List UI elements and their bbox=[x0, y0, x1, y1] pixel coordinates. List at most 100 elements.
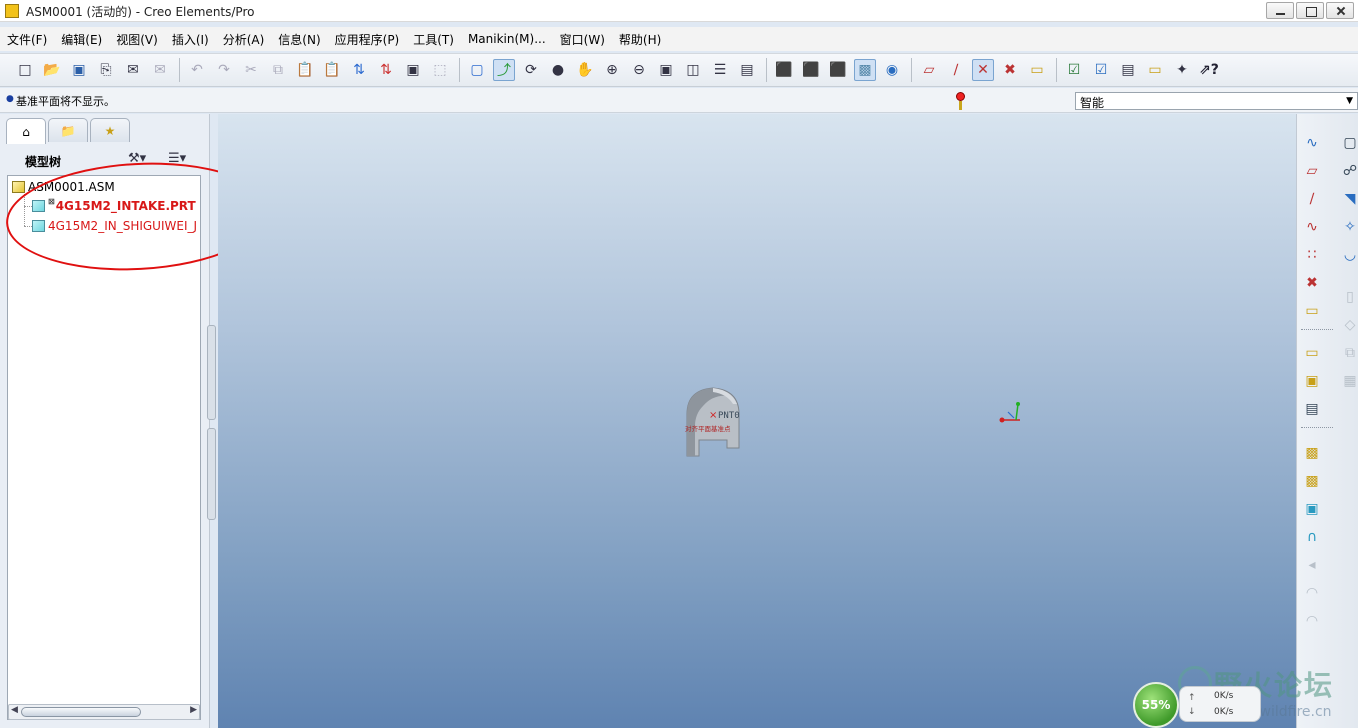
layers-icon[interactable]: ▤ bbox=[736, 59, 758, 81]
repaint-icon[interactable]: ▢ bbox=[466, 59, 488, 81]
tab-favorites[interactable]: ★ bbox=[90, 118, 130, 142]
regenerate-icon[interactable]: ⇅ bbox=[348, 59, 370, 81]
menu-applications[interactable]: 应用程序(P) bbox=[332, 31, 403, 48]
menu-analysis[interactable]: 分析(A) bbox=[220, 31, 268, 48]
merge-icon[interactable]: ▦ bbox=[1339, 370, 1358, 392]
package-icon[interactable]: ▣ bbox=[1301, 498, 1323, 520]
panel-sash[interactable] bbox=[207, 428, 216, 520]
analysis-feature-icon[interactable]: ▭ bbox=[1301, 300, 1323, 322]
zoom-in-icon[interactable]: ⊕ bbox=[601, 59, 623, 81]
minimize-button[interactable] bbox=[1266, 2, 1294, 19]
annotations-icon[interactable]: ▭ bbox=[1026, 59, 1048, 81]
regen-manager-icon[interactable]: ⇅ bbox=[375, 59, 397, 81]
orient-icon[interactable]: ⟳ bbox=[520, 59, 542, 81]
datum-points-icon[interactable]: ✕ bbox=[972, 59, 994, 81]
toroidal-bend-icon[interactable]: ◠ bbox=[1301, 610, 1323, 632]
view-manager-icon[interactable]: ☑ bbox=[1063, 59, 1085, 81]
menu-edit[interactable]: 编辑(E) bbox=[58, 31, 105, 48]
menu-view[interactable]: 视图(V) bbox=[113, 31, 161, 48]
tree-columns-icon[interactable]: ☰▾ bbox=[168, 151, 186, 166]
context-icon[interactable]: ✦ bbox=[1171, 59, 1193, 81]
menu-tools[interactable]: 工具(T) bbox=[410, 31, 457, 48]
hidden-line-icon[interactable]: ⬛ bbox=[800, 59, 822, 81]
csys-icon[interactable]: ✖ bbox=[999, 59, 1021, 81]
graphics-window[interactable]: × PNT0 对齐平面基准点 bbox=[218, 114, 1296, 728]
find-icon[interactable]: ▣ bbox=[402, 59, 424, 81]
reorient-icon[interactable]: ◫ bbox=[682, 59, 704, 81]
email-attach-icon[interactable]: ✉ bbox=[149, 59, 171, 81]
cut-icon[interactable]: ✂ bbox=[240, 59, 262, 81]
wireframe-icon[interactable]: ⬛ bbox=[773, 59, 795, 81]
datum-planes-icon[interactable]: ▱ bbox=[918, 59, 940, 81]
datum-axes-icon[interactable]: ∕ bbox=[945, 59, 967, 81]
pan-icon[interactable]: ✋ bbox=[574, 59, 596, 81]
chamfer-icon[interactable]: ◥ bbox=[1339, 188, 1358, 210]
status-light-icon[interactable] bbox=[953, 91, 967, 111]
warp-icon[interactable]: ◠ bbox=[1301, 582, 1323, 604]
datum-plane-icon[interactable]: ▱ bbox=[1301, 160, 1323, 182]
panel-sash[interactable] bbox=[207, 325, 216, 420]
refit-icon[interactable]: ▣ bbox=[655, 59, 677, 81]
datum-point-icon[interactable]: ∷ bbox=[1301, 244, 1323, 266]
extrude-icon[interactable]: ▭ bbox=[1301, 342, 1323, 364]
cut-out-icon[interactable]: ∩ bbox=[1301, 526, 1323, 548]
part-model[interactable]: × PNT0 对齐平面基准点 bbox=[683, 386, 743, 460]
menu-window[interactable]: 窗口(W) bbox=[557, 31, 608, 48]
zoom-out-icon[interactable]: ⊖ bbox=[628, 59, 650, 81]
shell-icon[interactable]: ◡ bbox=[1339, 244, 1358, 266]
menu-file[interactable]: 文件(F) bbox=[4, 31, 50, 48]
revolve-icon[interactable]: ▣ bbox=[1301, 370, 1323, 392]
maximize-button[interactable] bbox=[1296, 2, 1324, 19]
rib-icon[interactable]: ✧ bbox=[1339, 216, 1358, 238]
redo-icon[interactable]: ↷ bbox=[213, 59, 235, 81]
undo-icon[interactable]: ↶ bbox=[186, 59, 208, 81]
tree-node-intake-part[interactable]: ⊠ 4G15M2_INTAKE.PRT bbox=[32, 197, 196, 215]
tree-node-shiguiwei-part[interactable]: 4G15M2_IN_SHIGUIWEI_J bbox=[32, 217, 197, 235]
close-button[interactable] bbox=[1326, 2, 1354, 19]
appearance-icon[interactable]: ● bbox=[547, 59, 569, 81]
enhanced-realism-icon[interactable]: ◉ bbox=[881, 59, 903, 81]
paste-icon[interactable]: 📋 bbox=[294, 59, 316, 81]
tree-horizontal-scrollbar[interactable]: ◀ ▶ bbox=[8, 704, 200, 720]
flexible-icon[interactable]: ◂ bbox=[1301, 554, 1323, 576]
selection-filter-select[interactable]: 智能 ▼ bbox=[1075, 92, 1358, 110]
coordinate-system-icon[interactable]: ✖ bbox=[1301, 272, 1323, 294]
shading-icon[interactable]: ▩ bbox=[854, 59, 876, 81]
pattern-icon[interactable]: ◇ bbox=[1339, 314, 1358, 336]
saved-views-icon[interactable]: ☰ bbox=[709, 59, 731, 81]
assemble-icon[interactable]: ▩ bbox=[1301, 442, 1323, 464]
paste-special-icon[interactable]: 📋 bbox=[321, 59, 343, 81]
menu-help[interactable]: 帮助(H) bbox=[616, 31, 664, 48]
select-box-icon[interactable]: ⬚ bbox=[429, 59, 451, 81]
no-hidden-icon[interactable]: ⬛ bbox=[827, 59, 849, 81]
menu-manikin[interactable]: Manikin(M)... bbox=[465, 32, 549, 46]
context-help-icon[interactable]: ⇗? bbox=[1198, 59, 1220, 81]
scroll-right-icon[interactable]: ▶ bbox=[190, 705, 197, 715]
sketch-curve-icon[interactable]: ∿ bbox=[1301, 132, 1323, 154]
draft-icon[interactable]: ▯ bbox=[1339, 286, 1358, 308]
mirror-icon[interactable]: ⧉ bbox=[1339, 342, 1358, 364]
network-monitor-widget[interactable]: ↑ ↓ 0K/s 0K/s 55% bbox=[1133, 680, 1263, 728]
tree-node-root[interactable]: ASM0001.ASM bbox=[12, 178, 115, 196]
scroll-left-icon[interactable]: ◀ bbox=[11, 705, 18, 715]
hole-icon[interactable]: ▢ bbox=[1339, 132, 1358, 154]
memory-percent-badge[interactable]: 55% bbox=[1133, 682, 1179, 728]
options-icon[interactable]: ▤ bbox=[1117, 59, 1139, 81]
datum-curve-icon[interactable]: ∿ bbox=[1301, 216, 1323, 238]
save-icon[interactable]: ▣ bbox=[68, 59, 90, 81]
tree-settings-icon[interactable]: ⚒▾ bbox=[128, 151, 146, 166]
email-icon[interactable]: ✉ bbox=[122, 59, 144, 81]
round-icon[interactable]: ☍ bbox=[1339, 160, 1358, 182]
create-component-icon[interactable]: ▩ bbox=[1301, 470, 1323, 492]
open-icon[interactable]: 📂 bbox=[41, 59, 63, 81]
display-icon[interactable]: ▭ bbox=[1144, 59, 1166, 81]
datum-axis-icon[interactable]: ∕ bbox=[1301, 188, 1323, 210]
new-icon[interactable]: □ bbox=[14, 59, 36, 81]
menu-insert[interactable]: 插入(I) bbox=[169, 31, 212, 48]
spin-center-icon[interactable]: ⤴ bbox=[493, 59, 515, 81]
menu-info[interactable]: 信息(N) bbox=[275, 31, 323, 48]
tab-model-tree[interactable]: ⌂ bbox=[6, 118, 46, 144]
scroll-thumb[interactable] bbox=[21, 707, 141, 717]
model-tree-settings-icon[interactable]: ☑ bbox=[1090, 59, 1112, 81]
print-icon[interactable]: ⎘ bbox=[95, 59, 117, 81]
